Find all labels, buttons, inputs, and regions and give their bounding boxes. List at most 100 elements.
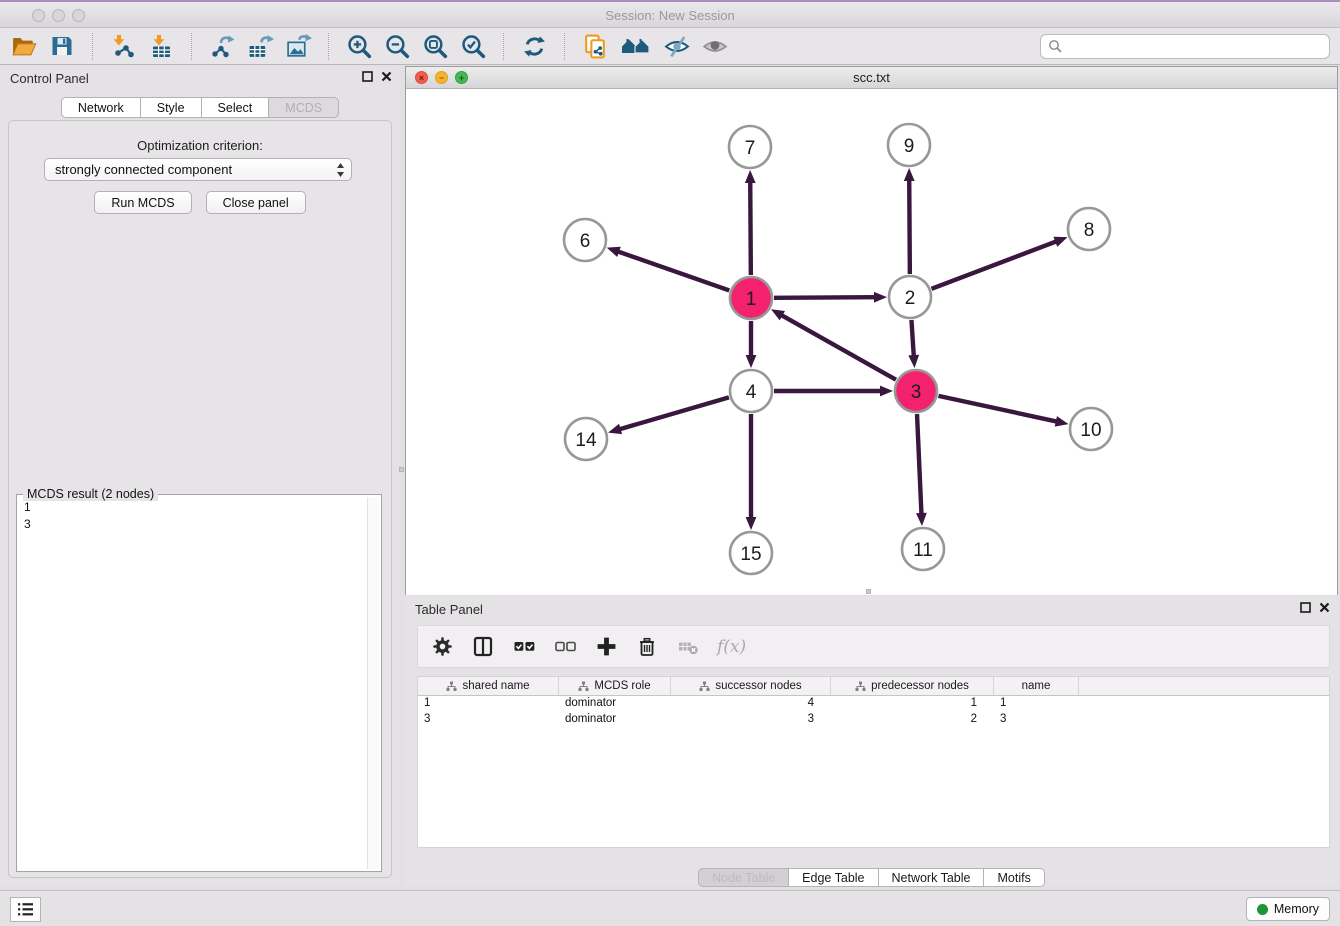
graph-edge-2-8[interactable]	[932, 241, 1057, 288]
criterion-select[interactable]: strongly connected component	[44, 158, 352, 181]
deselect-all-columns-icon[interactable]	[553, 635, 577, 659]
delete-table-icon[interactable]	[676, 635, 700, 659]
zoom-in-icon[interactable]	[345, 32, 373, 60]
table-row[interactable]: 3dominator323	[418, 712, 1329, 728]
result-scrollbar[interactable]	[367, 497, 379, 869]
tab-node-table[interactable]: Node Table	[698, 868, 789, 887]
close-icon[interactable]	[381, 71, 392, 82]
tab-mcds[interactable]: MCDS	[269, 97, 339, 118]
graph-edge-2-9[interactable]	[909, 180, 910, 274]
network-view-titlebar[interactable]: × − + scc.txt	[406, 67, 1337, 89]
zoom-selected-icon[interactable]	[459, 32, 487, 60]
table-settings-icon[interactable]	[430, 635, 454, 659]
graph-edge-arrowhead	[746, 355, 757, 368]
delete-columns-icon[interactable]	[635, 635, 659, 659]
graph-edge-3-10[interactable]	[938, 396, 1056, 422]
graph-edge-3-11[interactable]	[917, 414, 921, 514]
divider-grip[interactable]	[399, 467, 404, 472]
graph-node-label: 11	[913, 540, 933, 561]
import-network-icon[interactable]	[109, 32, 137, 60]
table-cell[interactable]: 4	[671, 696, 831, 712]
export-table-icon[interactable]	[246, 32, 274, 60]
export-image-icon[interactable]	[284, 32, 312, 60]
control-panel: Control Panel NetworkStyleSelectMCDS Opt…	[0, 66, 400, 886]
graph-node-label: 9	[904, 136, 915, 157]
table-cell[interactable]: dominator	[559, 712, 671, 728]
tree-column-icon	[578, 681, 589, 692]
save-session-icon[interactable]	[48, 32, 76, 60]
show-panels-icon[interactable]	[701, 32, 729, 60]
table-cell[interactable]: dominator	[559, 696, 671, 712]
tab-network-table[interactable]: Network Table	[879, 868, 985, 887]
graph-edge-arrowhead	[746, 517, 757, 530]
graph-node-label: 14	[575, 430, 597, 451]
table-cell[interactable]: 3	[418, 712, 559, 728]
select-all-columns-icon[interactable]	[512, 635, 536, 659]
float-window-icon[interactable]	[362, 71, 373, 82]
table-cell[interactable]: 1	[831, 696, 994, 712]
run-mcds-button[interactable]: Run MCDS	[94, 191, 191, 214]
task-history-button[interactable]	[10, 897, 41, 922]
status-bar: Memory	[0, 890, 1340, 926]
table-cell[interactable]: 3	[994, 712, 1079, 728]
function-builder-icon[interactable]: f(x)	[717, 637, 746, 657]
add-column-icon[interactable]	[594, 635, 618, 659]
graph-edge-1-2[interactable]	[774, 297, 875, 298]
select-arrows-icon	[336, 162, 345, 184]
float-window-icon[interactable]	[1300, 602, 1311, 613]
table-cell[interactable]: 3	[671, 712, 831, 728]
graph-node-label: 10	[1080, 420, 1101, 441]
column-header-successor-nodes[interactable]: successor nodes	[671, 677, 831, 695]
tab-select[interactable]: Select	[202, 97, 270, 118]
graph-edge-3-1[interactable]	[781, 315, 895, 380]
network-view-window: × − + scc.txt 1234678910111415	[405, 66, 1338, 595]
graph-edge-1-7[interactable]	[750, 182, 751, 275]
network-canvas[interactable]: 1234678910111415	[406, 89, 1337, 595]
search-box	[1040, 34, 1330, 59]
column-header-mcds-role[interactable]: MCDS role	[559, 677, 671, 695]
import-table-icon[interactable]	[147, 32, 175, 60]
app-titlebar: Session: New Session	[0, 0, 1340, 28]
hide-panels-icon[interactable]	[663, 32, 691, 60]
home-icon[interactable]	[619, 32, 653, 60]
close-icon[interactable]	[1319, 602, 1330, 613]
table-cell[interactable]: 2	[831, 712, 994, 728]
tab-style[interactable]: Style	[141, 97, 202, 118]
column-header-shared-name[interactable]: shared name	[418, 677, 559, 695]
graph-edge-4-14[interactable]	[620, 397, 729, 429]
table-cell[interactable]: 1	[418, 696, 559, 712]
main-toolbar	[0, 28, 1340, 65]
graph-edge-2-3[interactable]	[911, 320, 913, 356]
apply-layout-icon[interactable]	[520, 32, 548, 60]
memory-label: Memory	[1274, 902, 1319, 916]
toolbar-separator	[92, 33, 93, 60]
node-table[interactable]: shared nameMCDS rolesuccessor nodesprede…	[417, 676, 1330, 848]
window-title: Session: New Session	[0, 8, 1340, 23]
open-session-icon[interactable]	[10, 32, 38, 60]
export-network-icon[interactable]	[208, 32, 236, 60]
tab-motifs[interactable]: Motifs	[984, 868, 1044, 887]
clone-network-icon[interactable]	[581, 32, 609, 60]
panel-layout-icon[interactable]	[471, 635, 495, 659]
toolbar-separator	[564, 33, 565, 60]
column-header-predecessor-nodes[interactable]: predecessor nodes	[831, 677, 994, 695]
graph-edge-1-6[interactable]	[618, 252, 729, 291]
tab-network[interactable]: Network	[61, 97, 141, 118]
graph-edge-arrowhead	[880, 386, 893, 397]
graph-edge-arrowhead	[916, 513, 927, 526]
network-graph[interactable]: 1234678910111415	[406, 89, 1337, 595]
close-panel-button[interactable]: Close panel	[206, 191, 306, 214]
zoom-fit-icon[interactable]	[421, 32, 449, 60]
column-header-name[interactable]: name	[994, 677, 1079, 695]
tab-edge-table[interactable]: Edge Table	[789, 868, 878, 887]
search-input[interactable]	[1067, 39, 1322, 53]
table-cell[interactable]: 1	[994, 696, 1079, 712]
table-toolbar: f(x)	[417, 625, 1330, 668]
toolbar-separator	[191, 33, 192, 60]
zoom-out-icon[interactable]	[383, 32, 411, 60]
table-row[interactable]: 1dominator411	[418, 696, 1329, 712]
divider-grip[interactable]	[866, 589, 871, 594]
table-tabs: Node TableEdge TableNetwork TableMotifs	[405, 868, 1338, 887]
criterion-value: strongly connected component	[55, 162, 232, 177]
memory-button[interactable]: Memory	[1246, 897, 1330, 921]
